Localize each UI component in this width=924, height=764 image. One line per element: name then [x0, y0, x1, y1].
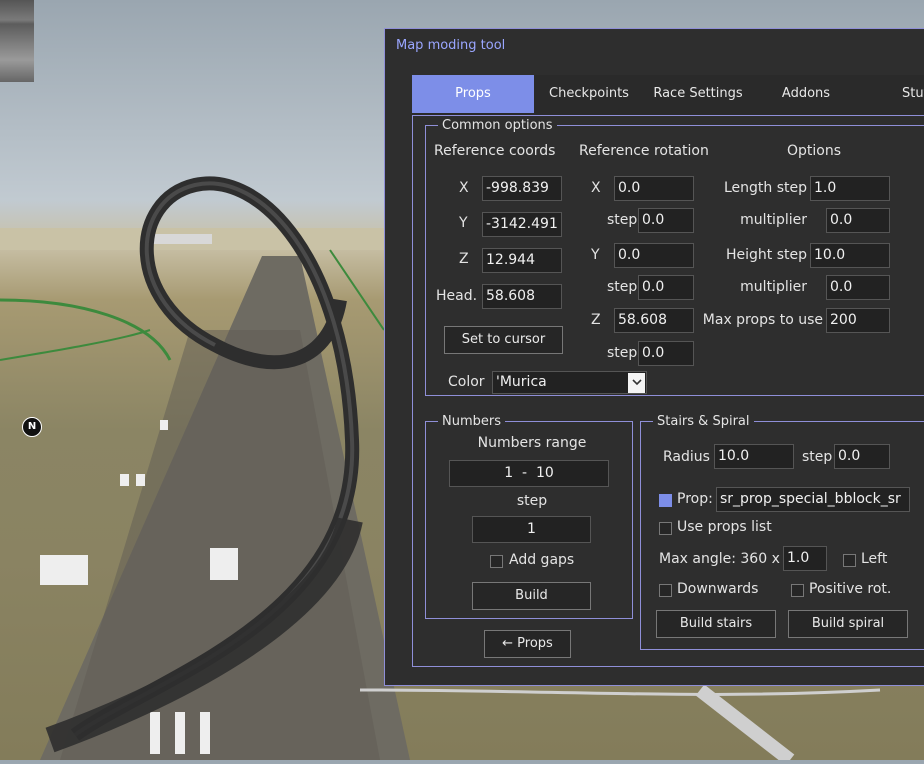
coord-x-label: X: [459, 180, 469, 196]
prop-name-input[interactable]: sr_prop_special_bblock_sr: [716, 487, 910, 512]
left-label: Left: [861, 551, 888, 567]
coord-y-input[interactable]: -3142.491: [482, 212, 562, 237]
stairs-spiral-legend: Stairs & Spiral: [657, 414, 750, 429]
radius-step-input[interactable]: 0.0: [834, 444, 890, 469]
rotation-x-input[interactable]: 0.0: [614, 176, 694, 201]
tab-props[interactable]: Props: [412, 75, 534, 113]
color-select-value: 'Murica: [496, 374, 547, 390]
max-angle-label: Max angle: 360 x: [659, 551, 780, 567]
numbers-range-input[interactable]: 1 - 10: [449, 460, 609, 487]
hangar: [150, 234, 212, 244]
length-multiplier-label: multiplier: [740, 212, 807, 228]
radius-step-label: step: [802, 449, 833, 465]
length-multiplier-input[interactable]: 0.0: [826, 208, 890, 233]
rotation-y-step-input[interactable]: 0.0: [638, 275, 694, 300]
left-checkbox[interactable]: [843, 554, 856, 567]
numbers-build-button[interactable]: Build: [472, 582, 591, 610]
tab-checkpoints[interactable]: Checkpoints: [534, 75, 644, 113]
compass-north-icon: N: [22, 417, 42, 437]
window-title: Map moding tool: [396, 38, 506, 53]
add-gaps-label: Add gaps: [509, 552, 575, 568]
rotation-z-step-label: step: [607, 345, 638, 361]
build-stairs-button[interactable]: Build stairs: [656, 610, 776, 638]
use-props-list-label: Use props list: [677, 519, 772, 535]
prop-label: Prop:: [677, 491, 713, 507]
set-to-cursor-button[interactable]: Set to cursor: [444, 326, 563, 354]
rotation-z-label: Z: [591, 312, 601, 328]
positive-rot-checkbox[interactable]: [791, 584, 804, 597]
build-spiral-button[interactable]: Build spiral: [788, 610, 908, 638]
rotation-x-step-input[interactable]: 0.0: [638, 208, 694, 233]
height-multiplier-input[interactable]: 0.0: [826, 275, 890, 300]
reference-coords-header: Reference coords: [434, 143, 556, 159]
rotation-z-input[interactable]: 58.608: [614, 308, 694, 333]
tab-stuff[interactable]: Stuff: [860, 75, 924, 113]
add-gaps-checkbox[interactable]: [490, 555, 503, 568]
heading-input[interactable]: 58.608: [482, 284, 562, 309]
use-props-list-checkbox[interactable]: [659, 522, 672, 535]
height-step-label: Height step: [725, 247, 807, 263]
positive-rot-label: Positive rot.: [809, 581, 892, 597]
coord-z-label: Z: [459, 251, 469, 267]
numbers-legend: Numbers: [442, 414, 501, 429]
height-step-input[interactable]: 10.0: [810, 243, 890, 268]
rotation-y-input[interactable]: 0.0: [614, 243, 694, 268]
radius-label: Radius: [663, 449, 710, 465]
heading-label: Head.: [436, 288, 478, 304]
height-multiplier-label: multiplier: [740, 279, 807, 295]
downwards-checkbox[interactable]: [659, 584, 672, 597]
rotation-x-step-label: step: [607, 212, 638, 228]
downwards-label: Downwards: [677, 581, 759, 597]
props-tab-content: Common options Reference coords X -998.8…: [412, 115, 924, 667]
reference-rotation-header: Reference rotation: [579, 143, 709, 159]
max-props-input[interactable]: 200: [826, 308, 890, 333]
common-options-legend: Common options: [442, 118, 553, 133]
rotation-y-label: Y: [591, 247, 600, 263]
tab-bar: Props Checkpoints Race Settings Addons S…: [412, 75, 924, 115]
rotation-z-step-input[interactable]: 0.0: [638, 341, 694, 366]
max-angle-input[interactable]: 1.0: [783, 546, 827, 571]
rotation-y-step-label: step: [607, 279, 638, 295]
map-moding-tool-window: Map moding tool Props Checkpoints Race S…: [384, 28, 924, 686]
options-header: Options: [787, 143, 842, 159]
prop-checkbox[interactable]: [659, 494, 672, 507]
coord-y-label: Y: [459, 215, 468, 231]
numbers-step-label: step: [516, 493, 548, 509]
coord-z-input[interactable]: 12.944: [482, 248, 562, 273]
tab-race-settings[interactable]: Race Settings: [644, 75, 752, 113]
rotation-x-label: X: [591, 180, 601, 196]
numbers-step-input[interactable]: 1: [472, 516, 591, 543]
color-select[interactable]: 'Murica: [492, 371, 647, 394]
coord-x-input[interactable]: -998.839: [482, 176, 562, 201]
back-props-button[interactable]: ← Props: [484, 630, 571, 658]
max-props-label: Max props to use: [702, 312, 823, 328]
tab-addons[interactable]: Addons: [752, 75, 860, 113]
color-label: Color: [448, 374, 485, 390]
numbers-range-label: Numbers range: [477, 435, 587, 451]
length-step-input[interactable]: 1.0: [810, 176, 890, 201]
chevron-down-icon[interactable]: [628, 373, 645, 393]
length-step-label: Length step: [723, 180, 807, 196]
minimap-thumbnail: [0, 0, 34, 82]
radius-input[interactable]: 10.0: [714, 444, 794, 469]
